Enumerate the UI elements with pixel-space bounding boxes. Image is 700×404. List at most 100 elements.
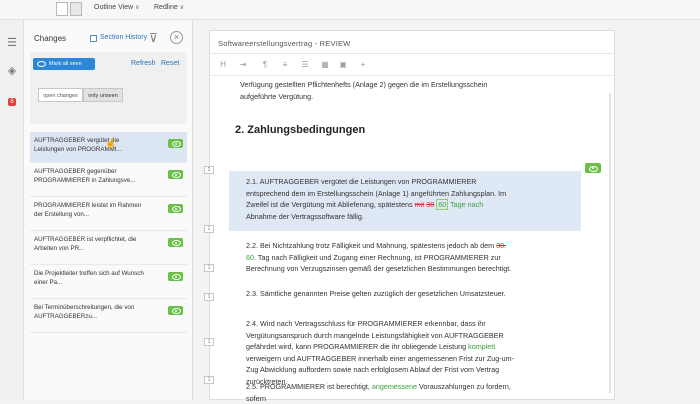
inserted-text: 60. [246,253,256,262]
open-changes-toggle[interactable]: open changes [38,88,83,102]
divider [210,53,614,54]
paragraph-2-3: 2.3. Sämtliche genannten Preise gelten z… [246,288,506,300]
intro-text: Verfügung gestellten Pflichtenhefts (Anl… [240,79,487,102]
deleted-text: mit [415,200,425,209]
margin-mark[interactable]: 1 [204,264,214,272]
bullet-list-icon[interactable]: ☰ [300,59,310,71]
split-pane-view-icon[interactable] [70,2,82,16]
margin-mark[interactable]: 1 [204,376,214,384]
paragraph-2-5: 2.5. PROGRAMMIERER ist berechtigt, angem… [246,381,511,404]
text-line: Zweifel ist die Vergütung mit Ablieferun… [246,199,506,211]
inserted-text: Tage nach [450,200,483,209]
left-rail: ☰ ◈ 8 [0,20,24,400]
eye-icon[interactable] [168,170,183,179]
text-line: verweigern und AUFTRAGGEBER innerhalb ei… [246,353,514,365]
changes-panel: Changes Section History ⊽ × Mark all see… [24,20,193,400]
margin-mark[interactable]: 2 [204,166,214,174]
change-item-text: AUFTRAGGEBER ist verpflichtet, die Arbei… [34,235,144,253]
mark-all-seen-label: Mark all seen [49,61,82,67]
text-span: 2.5. PROGRAMMIERER ist berechtigt, [246,382,372,391]
deleted-text: 30 [426,200,434,209]
heading-icon[interactable]: H [218,59,228,71]
inserted-text: angemessene [372,382,417,391]
text-line: sofern [246,393,511,404]
document-area: Softwareerstellungsvertrag - REVIEW H ⇥ … [193,20,700,400]
margin-mark[interactable]: 1 [204,338,214,346]
refresh-link[interactable]: Refresh [131,60,156,67]
text-line: 60. Tag nach Fälligkeit und Zugang einer… [246,252,511,264]
filter-icon[interactable]: ⊽ [149,31,163,45]
mark-all-seen-button[interactable]: Mark all seen [33,58,95,70]
text-span: 2.2. Bei Nichtzahlung trotz Fälligkeit u… [246,241,496,250]
paragraph-2-1: 2.1. AUFTRAGGEBER vergütet die Leistunge… [246,176,506,222]
text-line: 2.4. Wird nach Vertragsschluss für PROGR… [246,318,514,330]
mouse-cursor-icon: ☝ [105,138,113,148]
layers-icon[interactable]: ◈ [5,64,19,78]
image-icon[interactable]: ▣ [338,59,348,71]
document-title: Softwareerstellungsvertrag - REVIEW [218,39,350,48]
paragraph-icon[interactable]: ¶ [260,59,270,71]
outline-view-menu[interactable]: Outline View∨ [94,4,140,11]
list-item[interactable]: AUFTRAGGEBER gegenüber PROGRAMMIERER in … [30,163,187,197]
eye-icon[interactable] [585,163,601,173]
text-line: Zug Abwicklung auffordern sowie nach erf… [246,364,514,376]
eye-icon[interactable] [168,204,183,213]
change-item-text: Bei Terminüberschreitungen, die von AUFT… [34,303,144,321]
scrollbar[interactable] [609,93,611,393]
deleted-text: 30. [496,241,506,250]
list-item[interactable]: AUFTRAGGEBER ist verpflichtet, die Arbei… [30,231,187,265]
close-icon[interactable]: × [170,31,183,44]
eye-icon[interactable] [168,139,183,148]
outline-tree-icon[interactable]: ☰ [5,36,19,50]
table-icon[interactable]: ▦ [320,59,330,71]
chevron-down-icon: ∨ [180,5,184,11]
eye-icon[interactable] [168,238,183,247]
eye-icon[interactable] [168,272,183,281]
outline-view-label: Outline View [94,4,133,11]
only-unseen-toggle[interactable]: only unseen [83,88,123,102]
text-span: Zweifel ist die Vergütung mit Ablieferun… [246,200,415,209]
list-item[interactable]: Die Projektleiter treffen sich auf Wunsc… [30,265,187,299]
change-item-text: Die Projektleiter treffen sich auf Wunsc… [34,269,144,287]
changes-panel-title: Changes [34,34,66,43]
indent-icon[interactable]: ⇥ [238,59,248,71]
divider [210,75,614,76]
redline-label: Redline [154,4,178,11]
inserted-text: 60 [436,199,448,210]
text-line: 2.2. Bei Nichtzahlung trotz Fälligkeit u… [246,240,511,252]
text-line: gefährdet wird, kann PROGRAMMIERER die i… [246,341,514,353]
text-span: gefährdet wird, kann PROGRAMMIERER die i… [246,342,468,351]
list-item[interactable]: Bei Terminüberschreitungen, die von AUFT… [30,299,187,333]
section-history-label[interactable]: Section History [100,34,147,41]
text-line: entsprechend dem im Erstellungsschein (A… [246,188,506,200]
text-line: Abnahme der Vertragssoftware fällig. [246,211,506,223]
top-toolbar: Outline View∨ Redline∨ [0,0,700,20]
change-item-text: AUFTRAGGEBER vergütet die Leistungen von… [34,136,144,154]
paragraph-2-2: 2.2. Bei Nichtzahlung trotz Fälligkeit u… [246,240,511,275]
text-line: 2.5. PROGRAMMIERER ist berechtigt, angem… [246,381,511,393]
inserted-text: komplett [468,342,495,351]
reset-link[interactable]: Reset [161,60,179,67]
add-icon[interactable]: + [358,59,368,71]
margin-mark[interactable]: 1 [204,225,214,233]
list-item[interactable]: PROGRAMMIERER leistet im Rahmen der Erst… [30,197,187,231]
text-line: Verfügung gestellten Pflichtenhefts (Anl… [240,79,487,91]
chevron-down-icon: ∨ [135,5,139,11]
text-span: Vorauszahlungen zu fordern, [417,382,511,391]
eye-icon [37,61,46,67]
eye-icon[interactable] [168,306,183,315]
section-history-checkbox[interactable] [90,35,97,42]
text-line: 2.1. AUFTRAGGEBER vergütet die Leistunge… [246,176,506,188]
changes-list: AUFTRAGGEBER vergütet die Leistungen von… [30,132,187,333]
paragraph-2-4: 2.4. Wird nach Vertragsschluss für PROGR… [246,318,514,387]
change-item-text: PROGRAMMIERER leistet im Rahmen der Erst… [34,201,144,219]
section-heading: 2. Zahlungsbedingungen [235,124,365,136]
single-pane-view-icon[interactable] [56,2,68,16]
ordered-list-icon[interactable]: ≡ [280,59,290,71]
text-line: aufgeführte Vergütung. [240,91,487,103]
document-panel: Softwareerstellungsvertrag - REVIEW H ⇥ … [209,30,615,400]
redline-menu[interactable]: Redline∨ [154,4,184,11]
margin-mark[interactable]: 1 [204,293,214,301]
text-line: Berechnung von Verzugszinsen gemäß der g… [246,263,511,275]
text-span: Tag nach Fälligkeit und Zugang einer Rec… [256,253,501,262]
